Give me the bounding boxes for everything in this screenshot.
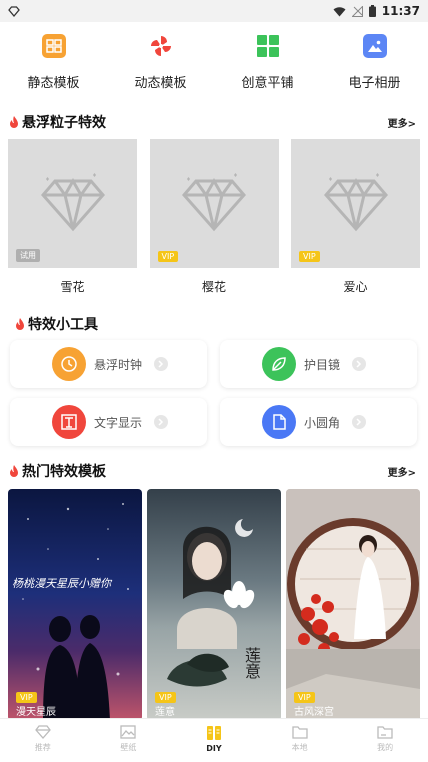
particle-card[interactable]: 试用 雪花 bbox=[8, 139, 137, 295]
flame-icon bbox=[16, 318, 24, 330]
vip-badge: VIP bbox=[294, 692, 315, 703]
text-display-icon bbox=[52, 405, 86, 439]
particle-thumbnail: VIP bbox=[291, 139, 420, 268]
battery-icon bbox=[368, 5, 376, 17]
status-bar: 11:37 bbox=[0, 0, 428, 22]
wifi-icon bbox=[333, 6, 346, 16]
particle-thumbnail: 试用 bbox=[8, 139, 137, 268]
template-overlay-text: 莲意 bbox=[242, 647, 261, 679]
leaf-icon bbox=[262, 347, 296, 381]
hot-template-card[interactable]: VIP 古风深宫 bbox=[286, 489, 420, 721]
particle-name: 爱心 bbox=[343, 280, 368, 294]
nav-label: 本地 bbox=[291, 743, 308, 752]
template-name: 莲意 bbox=[155, 707, 175, 718]
photo-album-icon bbox=[362, 34, 387, 58]
template-overlay-text: 杨桃漫天星辰小赠你 bbox=[12, 577, 111, 590]
template-name: 古风深宫 bbox=[294, 707, 334, 718]
particle-thumbnail: VIP bbox=[149, 139, 279, 268]
nav-recommend[interactable]: 推荐 bbox=[0, 719, 86, 762]
category-photo-album[interactable]: 电子相册 bbox=[321, 34, 428, 94]
chevron-right-icon bbox=[352, 415, 367, 429]
wallpaper-icon bbox=[120, 725, 137, 739]
diy-icon bbox=[206, 726, 221, 740]
particle-name: 雪花 bbox=[60, 280, 85, 294]
tool-floating-clock[interactable]: 悬浮时钟 bbox=[10, 340, 207, 388]
lotus-portrait-image bbox=[167, 519, 255, 687]
diamond-placeholder-icon bbox=[40, 172, 105, 231]
particle-card[interactable]: VIP 爱心 bbox=[291, 139, 420, 295]
notification-diamond-icon bbox=[8, 5, 20, 17]
folder-icon bbox=[291, 726, 308, 739]
tool-label: 文字显示 bbox=[94, 415, 143, 430]
tool-label: 悬浮时钟 bbox=[94, 357, 143, 372]
round-corner-icon bbox=[262, 405, 296, 439]
clock-time: 11:37 bbox=[381, 4, 420, 18]
nav-label: 我的 bbox=[377, 743, 394, 752]
tool-round-corner[interactable]: 小圆角 bbox=[220, 398, 417, 446]
grid-icon bbox=[256, 34, 280, 58]
flame-icon bbox=[10, 465, 18, 477]
category-label: 创意平铺 bbox=[241, 76, 294, 91]
section-title: 热门特效模板 bbox=[22, 464, 106, 480]
quick-category-bar: 静态模板 动态模板 创意平铺 电子相册 bbox=[0, 34, 428, 94]
vip-badge: VIP bbox=[16, 692, 37, 703]
particle-name: 樱花 bbox=[201, 280, 226, 294]
tool-text-display[interactable]: 文字显示 bbox=[10, 398, 207, 446]
tool-label: 小圆角 bbox=[304, 415, 341, 430]
particle-list: 试用 雪花 VIP 樱花 VIP 爱心 bbox=[8, 139, 420, 295]
chevron-right-icon bbox=[154, 357, 169, 371]
section-title: 特效小工具 bbox=[28, 317, 98, 333]
category-label: 静态模板 bbox=[27, 76, 80, 91]
template-name: 漫天星辰 bbox=[16, 707, 56, 718]
pinwheel-icon bbox=[149, 34, 173, 58]
nav-wallpaper[interactable]: 壁纸 bbox=[86, 719, 172, 762]
category-label: 电子相册 bbox=[348, 76, 401, 91]
flame-icon bbox=[10, 116, 18, 128]
particle-card[interactable]: VIP 樱花 bbox=[149, 139, 279, 295]
nav-diy[interactable]: DIY bbox=[171, 719, 257, 762]
hot-section-header: 热门特效模板 更多> bbox=[0, 461, 428, 481]
category-creative-tile[interactable]: 创意平铺 bbox=[214, 34, 321, 94]
section-title: 悬浮粒子特效 bbox=[22, 115, 106, 131]
vip-badge: VIP bbox=[155, 692, 176, 703]
nav-label: 壁纸 bbox=[120, 743, 137, 752]
more-link[interactable]: 更多> bbox=[388, 464, 416, 479]
static-template-icon bbox=[41, 34, 66, 58]
nav-label: DIY bbox=[206, 744, 222, 753]
clock-icon bbox=[52, 347, 86, 381]
particle-section-header: 悬浮粒子特效 更多> bbox=[0, 112, 428, 132]
profile-folder-icon bbox=[377, 726, 393, 739]
tool-eye-protection[interactable]: 护目镜 bbox=[220, 340, 417, 388]
nav-label: 推荐 bbox=[34, 743, 51, 752]
hot-template-list: 杨桃漫天星辰小赠你 VIP 漫天星辰 莲意 VIP 莲意 VIP 古风深宫 bbox=[8, 489, 420, 721]
more-link[interactable]: 更多> bbox=[388, 115, 416, 130]
chevron-right-icon bbox=[352, 357, 367, 371]
starry-couple-image bbox=[22, 503, 129, 721]
vip-badge: VIP bbox=[157, 251, 179, 262]
vip-badge: VIP bbox=[299, 251, 320, 262]
diamond-icon bbox=[34, 725, 51, 739]
category-dynamic-template[interactable]: 动态模板 bbox=[107, 34, 214, 94]
tool-label: 护目镜 bbox=[304, 357, 341, 372]
moon-gate-image bbox=[286, 489, 420, 721]
signal-off-icon bbox=[351, 5, 363, 17]
hot-template-card[interactable]: 杨桃漫天星辰小赠你 VIP 漫天星辰 bbox=[8, 489, 142, 721]
bottom-navigation: 推荐 壁纸 DIY 本地 我的 bbox=[0, 718, 428, 762]
diamond-placeholder-icon bbox=[323, 172, 388, 231]
trial-badge: 试用 bbox=[16, 249, 40, 262]
nav-local[interactable]: 本地 bbox=[257, 719, 343, 762]
chevron-right-icon bbox=[154, 415, 169, 429]
tools-section-header: 特效小工具 bbox=[0, 314, 428, 334]
hot-template-card[interactable]: 莲意 VIP 莲意 bbox=[147, 489, 281, 721]
category-static-template[interactable]: 静态模板 bbox=[0, 34, 107, 94]
diamond-placeholder-icon bbox=[182, 172, 246, 231]
category-label: 动态模板 bbox=[134, 76, 187, 91]
nav-mine[interactable]: 我的 bbox=[342, 719, 428, 762]
